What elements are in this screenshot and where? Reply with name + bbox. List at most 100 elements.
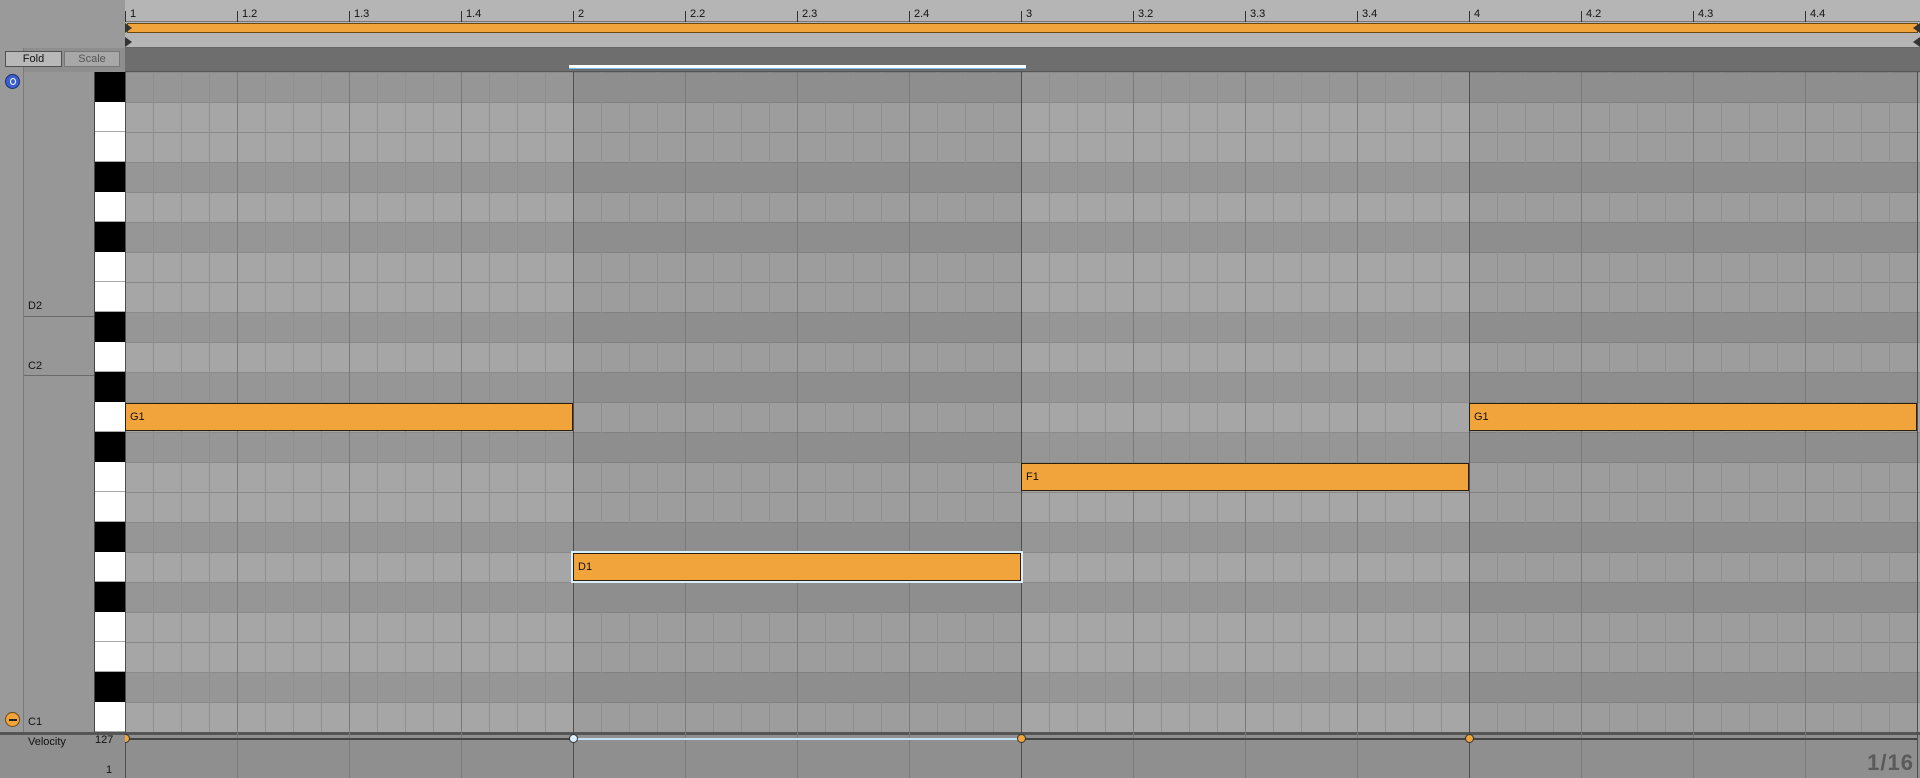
start-marker[interactable] <box>125 37 132 47</box>
note-label-c1: C1 <box>28 716 43 728</box>
white-key[interactable] <box>95 102 125 132</box>
white-key[interactable] <box>95 462 125 492</box>
fold-button[interactable]: Fold <box>5 51 62 67</box>
white-key[interactable] <box>95 192 125 222</box>
white-key[interactable] <box>95 282 125 312</box>
velocity-handle[interactable] <box>1017 734 1026 743</box>
midi-note[interactable]: G1 <box>1469 403 1917 431</box>
grid-line <box>685 72 686 732</box>
white-key[interactable] <box>95 642 125 672</box>
white-key[interactable] <box>95 132 125 162</box>
loop-region[interactable] <box>127 23 1918 33</box>
velocity-label: Velocity <box>28 736 66 748</box>
loop-brace[interactable] <box>125 22 1920 35</box>
black-key[interactable] <box>95 582 125 612</box>
ruler-tick-label: 1.2 <box>242 8 258 20</box>
note-editor-grid[interactable]: G1 D1 F1 G1 <box>125 72 1920 732</box>
grid-line <box>1133 72 1134 732</box>
ruler-tick-label: 3 <box>1026 8 1033 20</box>
loop-start-marker[interactable] <box>125 23 132 33</box>
velocity-bar[interactable] <box>573 738 1021 740</box>
grid-line <box>1441 72 1442 732</box>
black-key[interactable] <box>95 72 125 102</box>
grid-line <box>209 72 210 732</box>
grid-line <box>797 72 798 732</box>
grid-line <box>1497 72 1498 732</box>
white-key[interactable] <box>95 252 125 282</box>
ruler-tick-label: 4.4 <box>1810 8 1826 20</box>
white-key[interactable] <box>95 402 125 432</box>
black-key[interactable] <box>95 312 125 342</box>
black-key[interactable] <box>95 372 125 402</box>
grid-line <box>1833 72 1834 732</box>
grid-line <box>741 72 742 732</box>
grid-line <box>853 72 854 732</box>
ruler-tick <box>1469 11 1470 22</box>
timeline-ruler[interactable]: 1 1.2 1.3 1.4 2 2.2 2.3 2.4 3 3.2 3.3 3.4 4 4.2 4.3 4.4 <box>125 0 1920 22</box>
grid-line <box>1609 72 1610 732</box>
grid-line <box>1525 72 1526 732</box>
grid-line <box>377 72 378 732</box>
ruler-tick <box>349 11 350 22</box>
grid-line <box>153 72 154 732</box>
note-labels: D2 C2 C1 <box>24 72 94 732</box>
velocity-handle[interactable] <box>1465 734 1474 743</box>
black-key[interactable] <box>95 522 125 552</box>
ruler-tick <box>909 11 910 22</box>
grid-line <box>181 72 182 732</box>
grid-line <box>1665 72 1666 732</box>
scale-button[interactable]: Scale <box>64 51 120 67</box>
white-key[interactable] <box>95 342 125 372</box>
grid-setting[interactable]: 1/16 <box>1867 750 1914 776</box>
grid-line <box>1637 72 1638 732</box>
black-key[interactable] <box>95 672 125 702</box>
ruler-tick-label: 2.4 <box>914 8 930 20</box>
velocity-max-label: 127 <box>95 734 114 746</box>
velocity-bar[interactable] <box>1021 738 1469 740</box>
grid-line <box>461 72 462 732</box>
grid-line <box>265 72 266 732</box>
piano-keyboard[interactable] <box>94 72 125 732</box>
black-key[interactable] <box>95 222 125 252</box>
black-key[interactable] <box>95 432 125 462</box>
white-key[interactable] <box>95 702 125 732</box>
preview-icon[interactable] <box>5 712 20 727</box>
note-label-c2: C2 <box>28 360 43 372</box>
midi-note[interactable]: F1 <box>1021 463 1469 491</box>
grid-line <box>1469 72 1470 732</box>
ruler-tick-label: 4.3 <box>1698 8 1714 20</box>
grid-line <box>825 72 826 732</box>
midi-note-label: F1 <box>1026 471 1039 483</box>
ruler-tick-label: 2 <box>578 8 585 20</box>
white-key[interactable] <box>95 552 125 582</box>
ruler-tick <box>461 11 462 22</box>
ruler-tick <box>797 11 798 22</box>
midi-note[interactable]: D1 <box>571 551 1023 583</box>
velocity-bar[interactable] <box>1469 738 1917 740</box>
grid-line <box>489 72 490 732</box>
grid-line <box>1385 72 1386 732</box>
velocity-editor[interactable] <box>125 732 1920 778</box>
velocity-bar[interactable] <box>125 738 573 740</box>
grid-line <box>601 72 602 732</box>
white-key[interactable] <box>95 612 125 642</box>
time-selection[interactable] <box>569 65 1026 69</box>
ruler-tick <box>573 11 574 22</box>
grid-line <box>1273 72 1274 732</box>
black-key[interactable] <box>95 162 125 192</box>
ruler-tick <box>125 11 126 22</box>
end-marker[interactable] <box>1913 37 1920 47</box>
white-key[interactable] <box>95 492 125 522</box>
grid-line <box>1721 72 1722 732</box>
velocity-handle[interactable] <box>569 734 578 743</box>
velocity-handle[interactable] <box>125 734 130 743</box>
octave-divider <box>24 375 94 376</box>
scrub-area[interactable] <box>125 48 1920 72</box>
ruler-tick-label: 4 <box>1474 8 1481 20</box>
loop-end-marker[interactable] <box>1913 23 1920 33</box>
ruler-tick-label: 1.4 <box>466 8 482 20</box>
midi-note[interactable]: G1 <box>125 403 573 431</box>
fold-toggle-icon[interactable] <box>5 74 20 89</box>
grid-line <box>433 72 434 732</box>
grid-line <box>1245 72 1246 732</box>
